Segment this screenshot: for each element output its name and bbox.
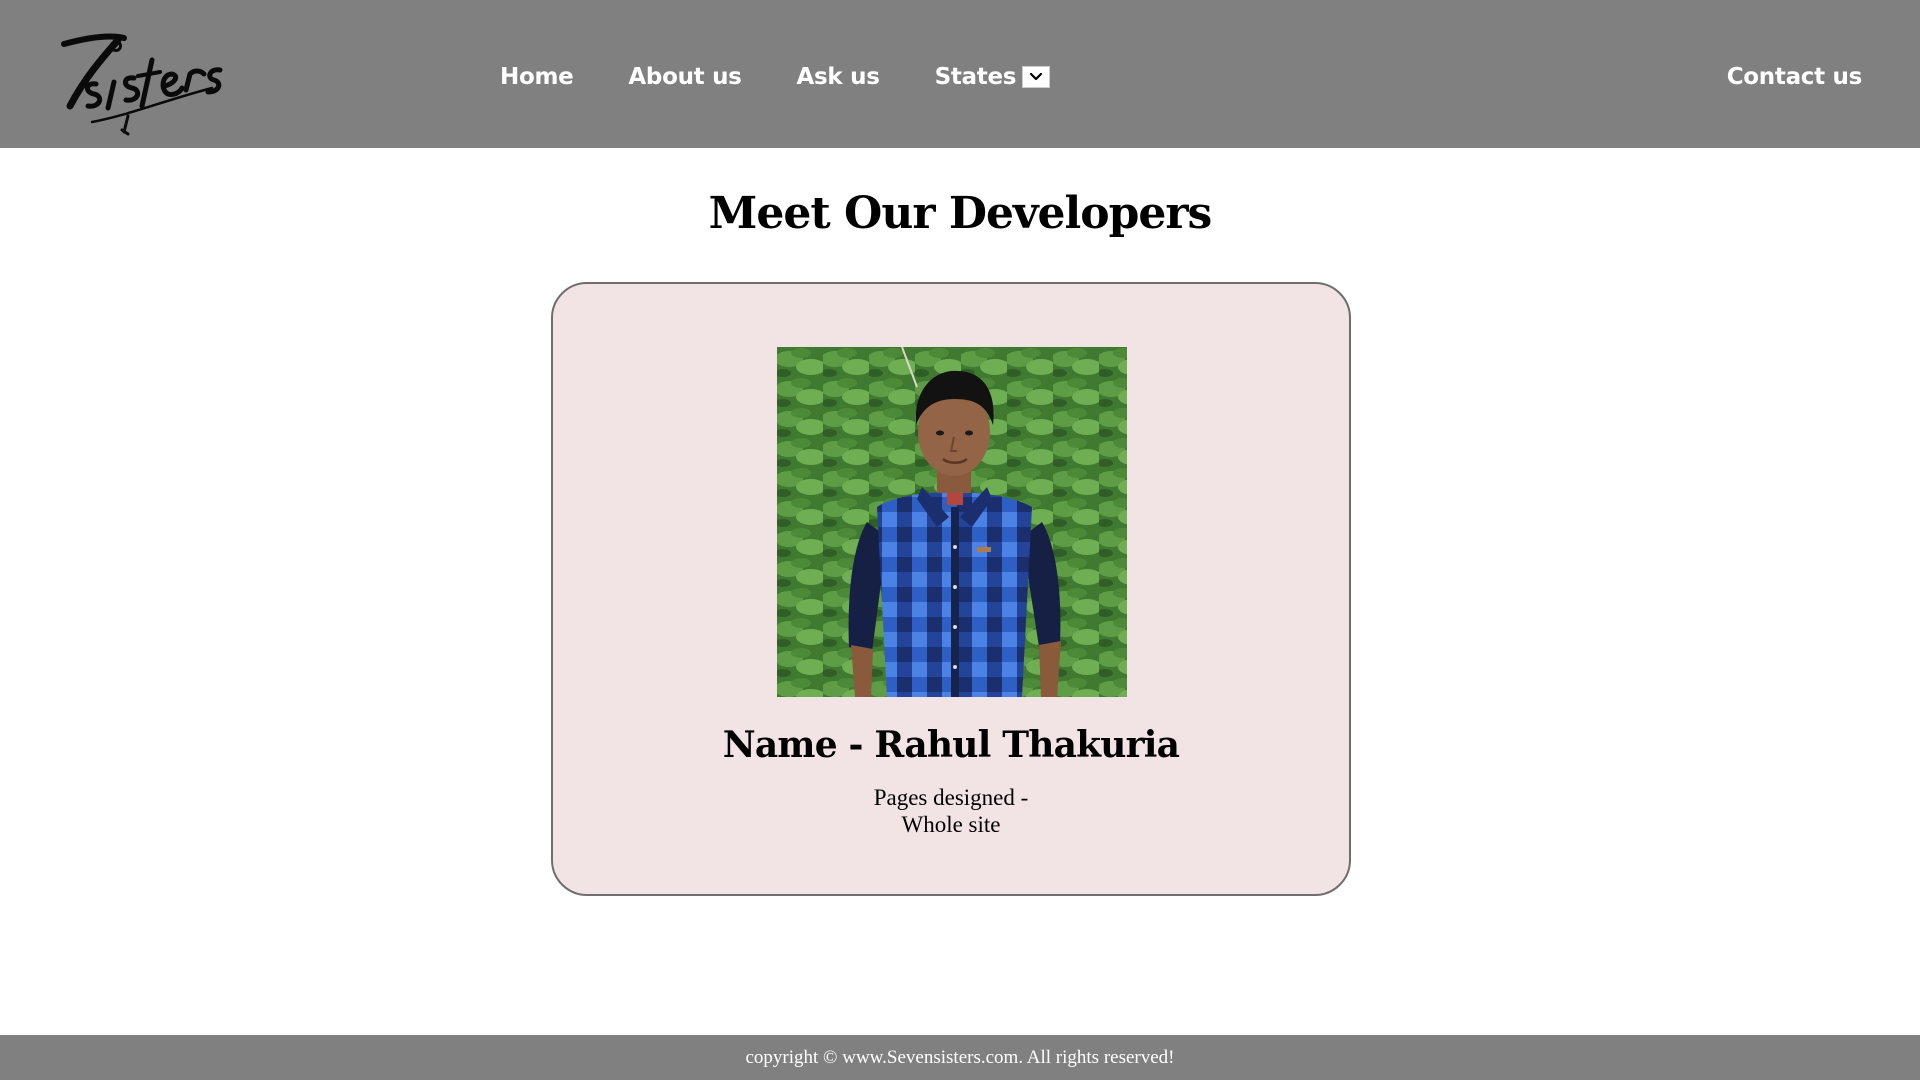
brand-logo[interactable] (56, 26, 226, 138)
logo-signature-icon (61, 33, 223, 136)
pages-designed-value: Whole site (901, 812, 1001, 837)
nav-states-link[interactable]: States (935, 64, 1017, 90)
nav-home-link[interactable]: Home (500, 64, 574, 90)
developer-name: Name - Rahul Thakuria (722, 724, 1180, 766)
developer-card: Name - Rahul Thakuria Pages designed - W… (551, 282, 1351, 896)
copyright-text: copyright © www.Sevensisters.com. All ri… (745, 1046, 1175, 1068)
nav-about-link[interactable]: About us (628, 64, 741, 90)
main-nav: Home About us Ask us States (500, 64, 1051, 90)
navbar: Home About us Ask us States Contact us (0, 0, 1920, 148)
developer-pages-designed: Pages designed - Whole site (553, 784, 1349, 838)
nav-ask-link[interactable]: Ask us (797, 64, 880, 90)
nav-states-menu[interactable]: States (935, 64, 1051, 90)
states-dropdown-button[interactable] (1022, 66, 1051, 88)
chevron-down-icon (1030, 72, 1043, 81)
footer: copyright © www.Sevensisters.com. All ri… (0, 1035, 1920, 1080)
developer-portrait-image (777, 347, 1127, 697)
developer-photo (777, 347, 1127, 697)
nav-contact-link[interactable]: Contact us (1727, 64, 1863, 90)
page-title: Meet Our Developers (708, 188, 1213, 239)
pages-designed-label: Pages designed - (873, 785, 1029, 810)
